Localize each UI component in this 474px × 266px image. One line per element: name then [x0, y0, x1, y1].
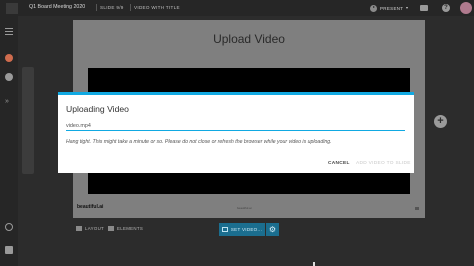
palette-icon[interactable] — [5, 73, 13, 81]
slide-logo: beautiful.ai — [77, 204, 104, 210]
file-name: video.mp4 — [66, 123, 91, 129]
slide-title[interactable]: Upload Video — [73, 32, 425, 46]
present-icon — [370, 4, 377, 12]
elements-button[interactable]: ELEMENTS — [108, 226, 143, 231]
slide-type-label: VIDEO WITH TITLE — [134, 4, 180, 10]
elements-icon — [108, 226, 114, 231]
plus-icon[interactable]: + — [434, 115, 447, 128]
elements-label: ELEMENTS — [117, 226, 144, 231]
video-icon — [221, 227, 228, 232]
upload-dialog: Uploading Video video.mp4 Hang tight. Th… — [58, 92, 414, 173]
avatar[interactable] — [460, 2, 472, 14]
left-toolbar: » — [0, 16, 18, 266]
app-logo-icon[interactable] — [6, 3, 18, 14]
comment-icon[interactable] — [5, 246, 13, 254]
menu-icon[interactable] — [5, 28, 13, 36]
set-video-button[interactable]: SET VIDEO... — [219, 223, 265, 236]
add-video-button[interactable]: ADD VIDEO TO SLIDE — [356, 161, 411, 166]
help-icon[interactable]: ? — [442, 4, 450, 12]
gear-icon[interactable]: ⚙ — [266, 223, 279, 236]
top-bar: Q1 Board Meeting 2020 SLIDE 9/9 VIDEO WI… — [0, 0, 474, 16]
layout-button[interactable]: LAYOUT — [76, 226, 104, 231]
dialog-message: Hang tight. This might take a minute or … — [66, 139, 332, 145]
cancel-button[interactable]: CANCEL — [328, 161, 350, 166]
slide-indicator: SLIDE 9/9 — [100, 4, 124, 10]
history-icon[interactable] — [5, 223, 13, 231]
divider — [96, 4, 97, 11]
deck-title[interactable]: Q1 Board Meeting 2020 — [29, 4, 85, 10]
slide-footer: beautiful.ai — [237, 206, 252, 210]
theme-icon[interactable] — [5, 54, 13, 62]
upload-progress-bar — [66, 130, 405, 132]
set-video-label: SET VIDEO... — [230, 227, 263, 232]
layout-icon — [76, 226, 82, 231]
skip-icon[interactable]: » — [5, 98, 13, 106]
layout-label: LAYOUT — [85, 226, 105, 231]
chevron-down-icon — [406, 7, 409, 9]
divider — [130, 4, 131, 11]
slide-list-scrollbar[interactable] — [22, 67, 34, 174]
dialog-title: Uploading Video — [66, 104, 129, 114]
upload-progress-fill — [66, 130, 405, 132]
slide-corner-mark — [415, 207, 419, 210]
chat-icon[interactable] — [420, 5, 428, 11]
present-label: PRESENT — [380, 5, 404, 11]
mouse-cursor — [313, 262, 315, 266]
present-button[interactable]: PRESENT — [370, 3, 409, 13]
